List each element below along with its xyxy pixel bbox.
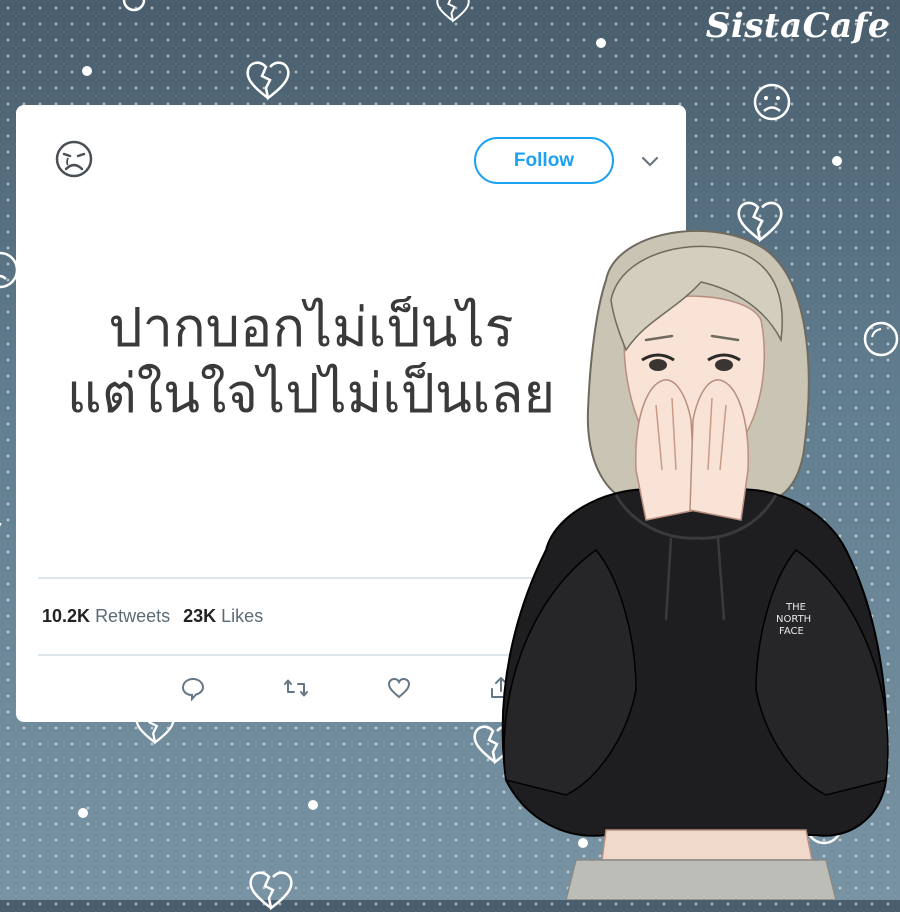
dot-icon	[832, 156, 842, 166]
sad-face-icon	[752, 82, 792, 122]
follow-button[interactable]: Follow	[474, 137, 614, 184]
reply-icon[interactable]	[180, 675, 206, 702]
retweets-stat[interactable]: 10.2K Retweets	[42, 606, 174, 626]
likes-stat[interactable]: 23K Likes	[183, 606, 267, 626]
tweet-stats: 10.2K Retweets 23K Likes	[42, 606, 271, 627]
broken-heart-icon	[246, 868, 296, 912]
retweet-icon[interactable]	[283, 675, 309, 701]
dot-icon	[596, 38, 606, 48]
svg-text:NORTH: NORTH	[776, 614, 811, 625]
dot-icon	[308, 800, 318, 810]
broken-heart-icon	[430, 0, 476, 24]
dot-icon	[82, 66, 92, 76]
retweets-count: 10.2K	[42, 606, 91, 626]
likes-count: 23K	[183, 606, 217, 626]
svg-text:THE: THE	[785, 602, 806, 613]
likes-label: Likes	[221, 606, 264, 626]
bubble-icon	[120, 0, 148, 16]
broken-heart-icon	[244, 58, 292, 102]
chevron-down-icon[interactable]	[640, 155, 660, 169]
svg-text:FACE: FACE	[779, 626, 804, 637]
brand-logo: SistaCafe	[705, 6, 890, 46]
illustration-girl: THE NORTH FACE	[486, 220, 900, 901]
like-icon[interactable]	[386, 675, 412, 701]
dot-icon	[78, 808, 88, 818]
retweets-label: Retweets	[95, 606, 171, 626]
sad-face-icon[interactable]	[54, 139, 94, 179]
